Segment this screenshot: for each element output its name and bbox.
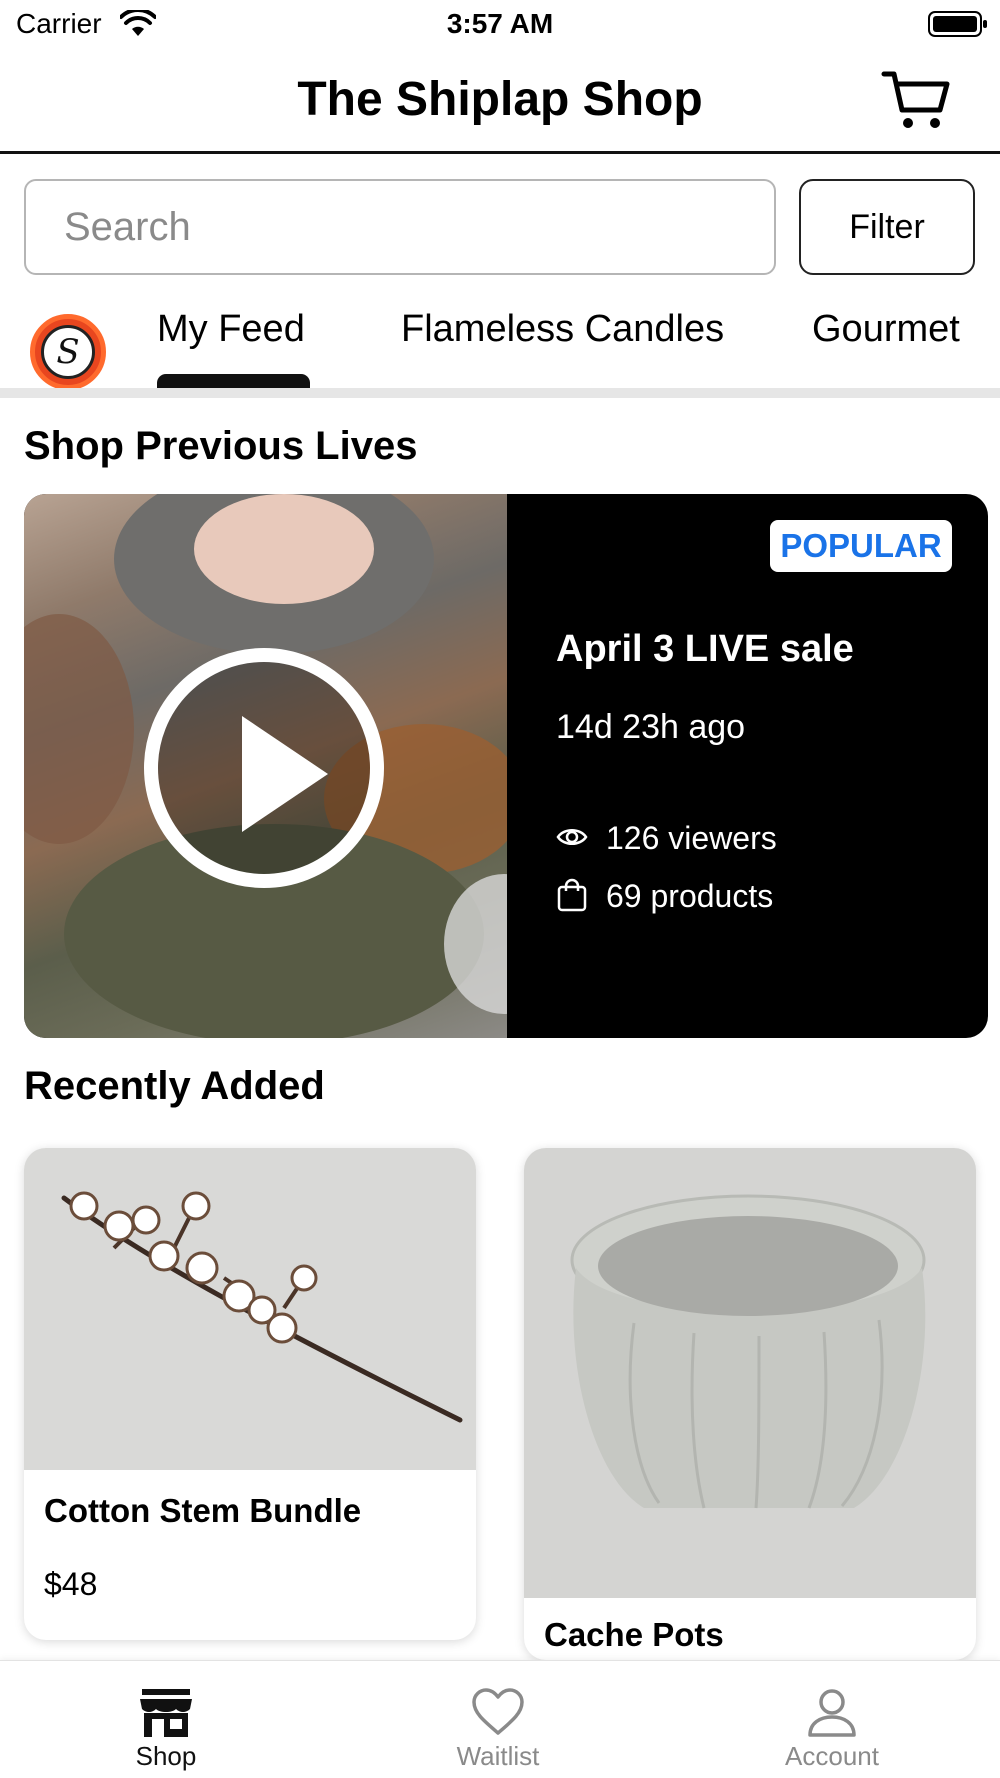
shop-logo[interactable]: S [30,314,106,390]
tabs-divider [0,388,1000,398]
app-header: The Shiplap Shop [0,50,1000,154]
play-icon [242,716,328,832]
nav-shop[interactable]: Shop [66,1661,266,1778]
nav-label-shop: Shop [135,1741,197,1771]
cache-pot-illustration [570,1194,926,1509]
live-video-thumbnail[interactable] [24,494,507,1038]
nav-waitlist[interactable]: Waitlist [398,1661,598,1778]
bottom-tab-bar: Shop Waitlist Account [0,1660,1000,1778]
thumb-shelf-shape [24,614,134,844]
search-input[interactable] [24,179,776,275]
person-icon [808,1689,856,1737]
live-sale-title: April 3 LIVE sale [556,628,854,670]
product-card[interactable]: Cache Pots [524,1148,976,1660]
nav-label-waitlist: Waitlist [456,1741,540,1771]
product-image-cotton-stem [24,1148,476,1470]
battery-icon [928,11,987,37]
eye-icon [556,829,588,845]
category-tabs: S My Feed Flameless Candles Gourmet [0,300,1000,392]
popular-badge: POPULAR [770,520,952,572]
thumb-shirt-shape [194,494,374,604]
play-button[interactable] [144,648,384,888]
shop-logo-letter: S [56,332,80,372]
shopping-bag-icon [557,878,587,912]
heart-icon [472,1688,524,1735]
cart-icon [881,71,950,128]
clock: 3:57 AM [446,8,554,39]
live-sale-age: 14d 23h ago [556,708,746,746]
status-bar: Carrier 3:57 AM [0,0,1000,50]
tab-my-feed[interactable]: My Feed [157,308,305,351]
product-image-cache-pots [524,1148,976,1598]
cotton-stem-illustration [61,1191,463,1423]
shop-logo-badge: S [41,325,95,379]
cart-button[interactable] [880,66,952,134]
products-count: 69 products [606,878,774,914]
page-title: The Shiplap Shop [297,73,703,126]
product-card[interactable]: Cotton Stem Bundle $48 [24,1148,476,1640]
section-title-previous-lives: Shop Previous Lives [24,424,418,468]
section-title-recently-added: Recently Added [24,1064,325,1108]
viewers-count: 126 viewers [606,820,777,856]
product-price: $48 [44,1566,98,1602]
nav-account[interactable]: Account [732,1661,932,1778]
filter-button[interactable]: Filter [799,179,975,275]
product-name: Cache Pots [544,1616,724,1653]
nav-label-account: Account [785,1741,879,1771]
tab-gourmet[interactable]: Gourmet [812,308,960,351]
store-icon [140,1689,192,1737]
live-sale-card[interactable]: POPULAR April 3 LIVE sale 14d 23h ago 12… [24,494,988,1038]
tab-flameless-candles[interactable]: Flameless Candles [401,308,724,351]
product-name: Cotton Stem Bundle [44,1492,362,1529]
